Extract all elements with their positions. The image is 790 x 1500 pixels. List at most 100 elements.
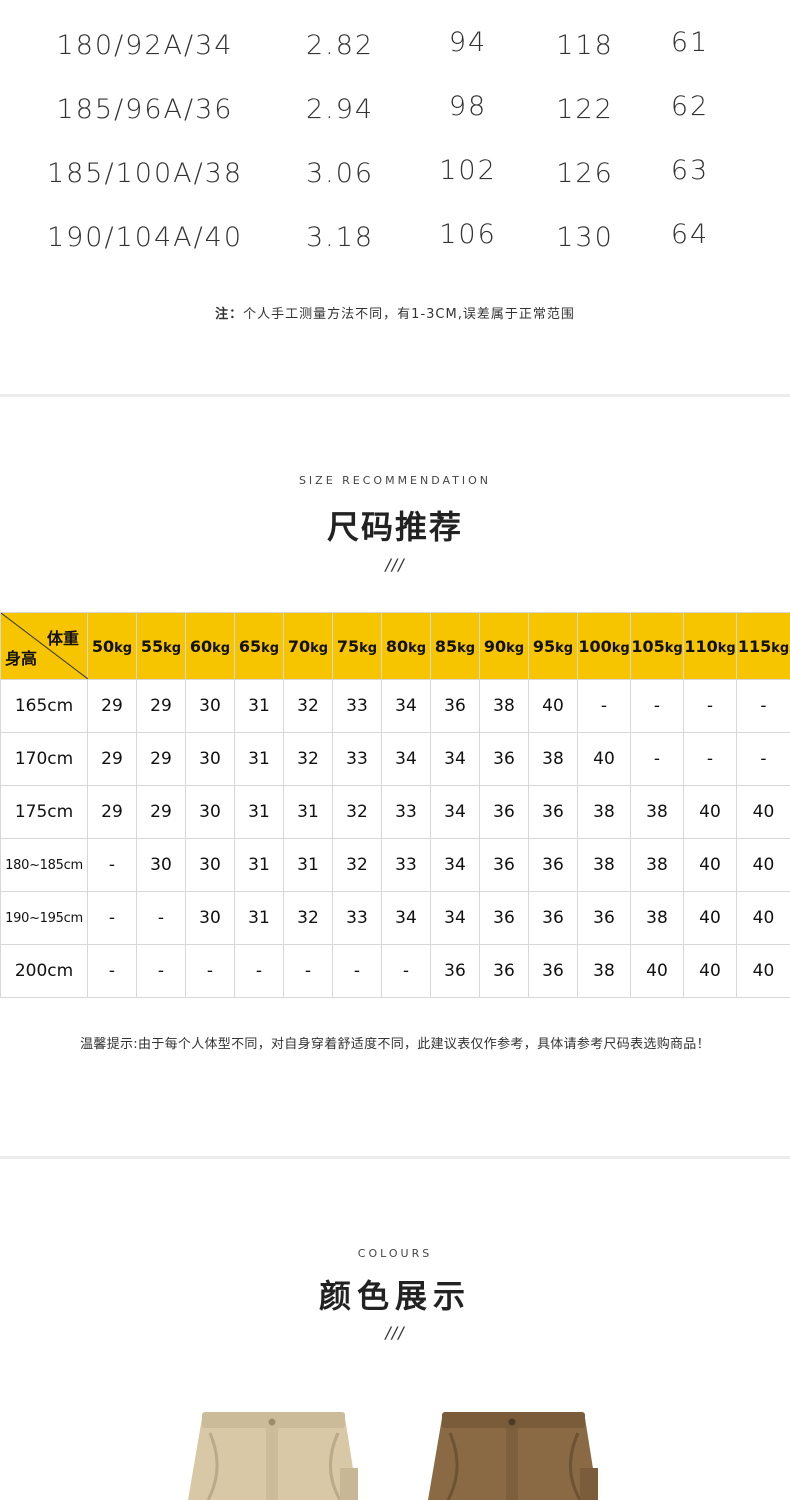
size-cell: 40 bbox=[683, 891, 737, 945]
size-cell: 29 bbox=[136, 732, 186, 786]
weight-unit: kg bbox=[771, 640, 790, 656]
size-cell: 38 bbox=[577, 785, 631, 839]
size-cell: - bbox=[683, 732, 737, 786]
measure-cell: 185/96A/36 bbox=[56, 94, 234, 125]
size-cell: 40 bbox=[683, 785, 737, 839]
size-cell: 32 bbox=[283, 732, 333, 786]
size-cell: - bbox=[736, 679, 790, 733]
size-cell: 36 bbox=[479, 838, 529, 892]
measure-note-label: 注： bbox=[215, 307, 244, 322]
size-cell: - bbox=[577, 679, 631, 733]
size-cell: 29 bbox=[136, 785, 186, 839]
size-cell: 38 bbox=[577, 944, 631, 998]
size-cell: 31 bbox=[234, 732, 284, 786]
weight-unit: kg bbox=[261, 640, 280, 656]
weight-value: 65 bbox=[238, 636, 262, 656]
size-cell: 31 bbox=[283, 785, 333, 839]
size-cell: 38 bbox=[479, 679, 529, 733]
size-recommendation-slash: /// bbox=[385, 555, 405, 574]
size-cell: 29 bbox=[87, 732, 137, 786]
weight-value: 75 bbox=[336, 636, 360, 656]
size-cell: - bbox=[630, 679, 684, 733]
corner-height-label: 身高 bbox=[5, 649, 38, 668]
size-recommendation-table: 体重 身高 50kg 55kg 60kg 65kg 70kg 75kg 80kg 85kg 90… bbox=[0, 612, 790, 998]
size-cell: 40 bbox=[736, 891, 790, 945]
size-cell: 36 bbox=[479, 891, 529, 945]
weight-value: 50 bbox=[91, 636, 115, 656]
size-cell: 30 bbox=[136, 838, 186, 892]
size-cell: 38 bbox=[630, 891, 684, 945]
table-row: 170cm 29 29 30 31 32 33 34 34 36 38 40- - - bbox=[0, 732, 790, 786]
height-cell: 190~195cm bbox=[0, 891, 88, 945]
size-recommendation-title: 尺码推荐 bbox=[326, 508, 463, 546]
size-recommendation-note: 温馨提示:由于每个人体型不同，对自身穿着舒适度不同，此建议表仅作参考，具体请参考… bbox=[80, 1037, 710, 1052]
size-cell: 29 bbox=[87, 785, 137, 839]
weight-value: 105 bbox=[631, 636, 665, 656]
weight-header-cell: 85kg bbox=[430, 612, 480, 680]
weight-header-cell: 60kg bbox=[185, 612, 235, 680]
measure-cell: 118 bbox=[556, 30, 614, 61]
table-row: 180~185cm -30 30 31 31 32 33 34 36 36 38 38 40 40 bbox=[0, 838, 790, 892]
size-cell: - bbox=[87, 944, 137, 998]
size-cell: - bbox=[283, 944, 333, 998]
weight-unit: kg bbox=[555, 640, 574, 656]
measure-cell: 122 bbox=[556, 94, 614, 125]
weight-value: 80 bbox=[385, 636, 409, 656]
height-cell: 200cm bbox=[0, 944, 88, 998]
size-cell: 36 bbox=[430, 944, 480, 998]
weight-value: 110 bbox=[684, 636, 718, 656]
table-row: 175cm 29 29 30 31 31 32 33 34 36 36 38 38 40 40 bbox=[0, 785, 790, 839]
measure-cell: 185/100A/38 bbox=[46, 158, 244, 189]
size-cell: - bbox=[630, 732, 684, 786]
measure-cell: 126 bbox=[556, 158, 614, 189]
measure-cell: 62 bbox=[670, 91, 710, 122]
colours-eng-title: COLOURS bbox=[357, 1247, 433, 1260]
weight-value: 100 bbox=[578, 636, 612, 656]
size-cell: 32 bbox=[283, 679, 333, 733]
size-cell: - bbox=[185, 944, 235, 998]
measure-cell: 106 bbox=[439, 219, 497, 250]
size-cell: 40 bbox=[683, 944, 737, 998]
corner-weight-label: 体重 bbox=[46, 629, 79, 648]
weight-value: 115 bbox=[737, 636, 772, 656]
size-cell: 29 bbox=[136, 679, 186, 733]
size-cell: 36 bbox=[479, 944, 529, 998]
size-cell: 32 bbox=[332, 785, 382, 839]
measure-row: 185/96A/36 2.94 98 122 62 bbox=[0, 91, 790, 134]
weight-header-cell: 75kg bbox=[332, 612, 382, 680]
size-cell: 33 bbox=[332, 679, 382, 733]
measure-cell: 2.82 bbox=[305, 30, 375, 61]
weight-unit: kg bbox=[310, 640, 329, 656]
size-cell: 36 bbox=[577, 891, 631, 945]
size-cell: 34 bbox=[381, 891, 431, 945]
size-cell: 40 bbox=[683, 838, 737, 892]
measure-cell: 94 bbox=[448, 27, 488, 58]
weight-value: 85 bbox=[434, 636, 458, 656]
weight-unit: kg bbox=[717, 640, 736, 656]
size-cell: 36 bbox=[528, 891, 578, 945]
size-cell: - bbox=[136, 944, 186, 998]
size-cell: 36 bbox=[430, 679, 480, 733]
size-cell: 38 bbox=[528, 732, 578, 786]
size-cell: - bbox=[234, 944, 284, 998]
measure-cell: 130 bbox=[556, 222, 614, 253]
weight-value: 90 bbox=[483, 636, 507, 656]
weight-header-cell: 90kg bbox=[479, 612, 529, 680]
weight-header-cell: 105kg bbox=[630, 612, 684, 680]
size-cell: - bbox=[87, 891, 137, 945]
size-cell: 30 bbox=[185, 891, 235, 945]
weight-unit: kg bbox=[664, 640, 683, 656]
measure-row: 190/104A/40 3.18 106 130 64 bbox=[0, 219, 790, 262]
measure-cell: 190/104A/40 bbox=[46, 222, 244, 253]
size-cell: - bbox=[136, 891, 186, 945]
size-cell: 34 bbox=[381, 732, 431, 786]
height-cell: 180~185cm bbox=[0, 838, 88, 892]
weight-unit: kg bbox=[212, 640, 231, 656]
size-cell: 33 bbox=[381, 785, 431, 839]
measure-cell: 3.06 bbox=[305, 158, 375, 189]
colours-title: 颜色展示 bbox=[318, 1277, 471, 1315]
size-cell: 36 bbox=[479, 732, 529, 786]
size-cell: 34 bbox=[430, 732, 480, 786]
size-cell: 38 bbox=[630, 838, 684, 892]
weight-unit: kg bbox=[163, 640, 182, 656]
